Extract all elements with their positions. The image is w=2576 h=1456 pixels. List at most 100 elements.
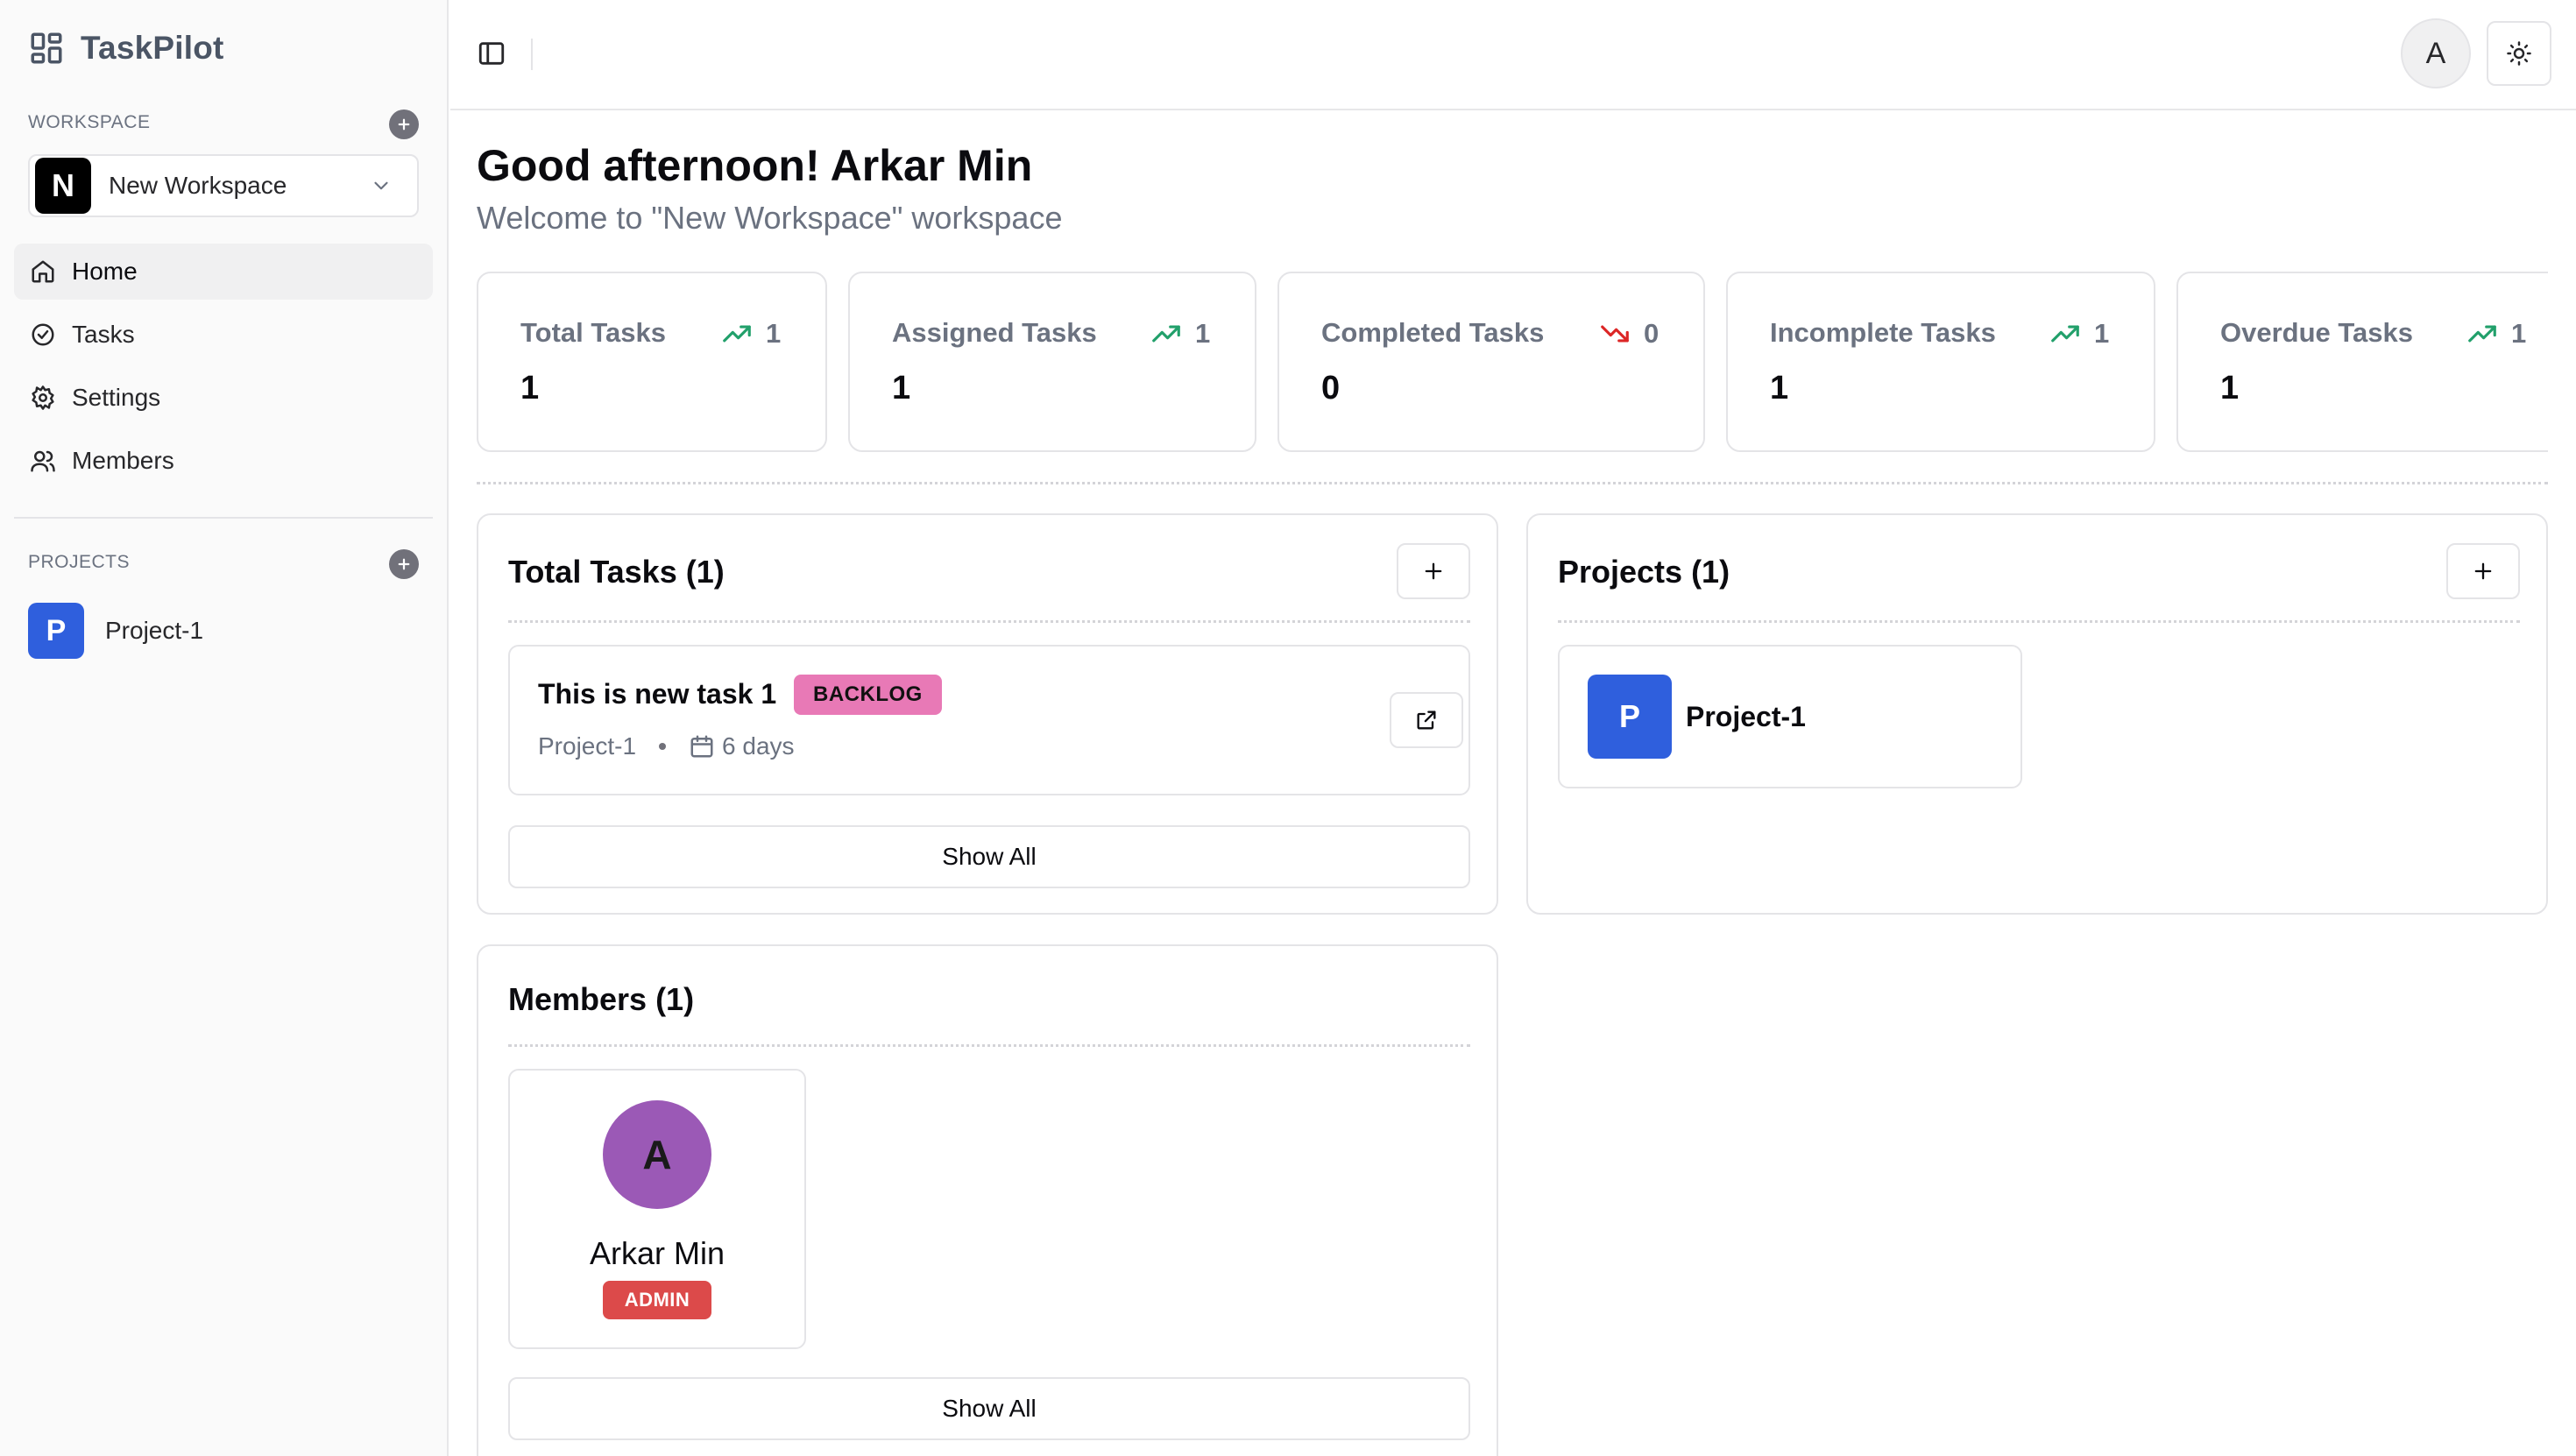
page-title: Good afternoon! Arkar Min: [477, 141, 1033, 190]
task-title: This is new task 1: [538, 678, 777, 710]
trending-down-icon: [1598, 317, 1631, 350]
theme-toggle-button[interactable]: [2487, 21, 2551, 86]
stat-card-total: Total Tasks 1 1: [477, 272, 827, 452]
workspace-name: New Workspace: [109, 172, 287, 199]
add-project-button[interactable]: [389, 549, 419, 579]
sidebar-item-home[interactable]: Home: [14, 244, 433, 300]
external-link-icon: [1414, 708, 1439, 732]
sidebar-item-settings[interactable]: Settings: [14, 370, 433, 426]
stat-delta: 1: [1195, 318, 1211, 349]
panel-divider: [1558, 620, 2520, 623]
status-badge: BACKLOG: [794, 675, 942, 715]
stat-title: Overdue Tasks: [2220, 317, 2413, 348]
panel-divider: [508, 620, 1470, 623]
stat-delta: 1: [2511, 318, 2527, 349]
stat-value: 1: [2220, 370, 2240, 406]
projects-panel-title: Projects (1): [1558, 554, 1730, 590]
workspace-avatar: N: [35, 158, 91, 214]
workspace-switcher[interactable]: N New Workspace: [28, 154, 419, 217]
stat-delta: 0: [1644, 318, 1660, 349]
sidebar-item-tasks[interactable]: Tasks: [14, 307, 433, 363]
sidebar-toggle-button[interactable]: [477, 39, 506, 68]
members-panel: Members (1) A Arkar Min ADMIN Show All: [477, 944, 1498, 1456]
sidebar-nav: Home Tasks Settings Members: [14, 244, 433, 496]
brand[interactable]: TaskPilot: [28, 30, 224, 67]
dashboard-grid-icon: [28, 30, 65, 67]
sidebar: TaskPilot WORKSPACE N New Workspace Home…: [0, 0, 449, 1456]
project-card[interactable]: P Project-1: [1558, 645, 2022, 788]
top-bar: A: [450, 0, 2576, 110]
trending-up-icon: [2049, 317, 2082, 350]
gear-icon: [30, 385, 56, 411]
sidebar-item-label: Tasks: [72, 321, 135, 348]
member-card[interactable]: A Arkar Min ADMIN: [508, 1069, 806, 1349]
member-name: Arkar Min: [589, 1235, 725, 1271]
chevron-down-icon: [370, 174, 393, 197]
sidebar-divider: [14, 517, 433, 519]
trending-up-icon: [2466, 317, 2499, 350]
separator-dot: [659, 743, 667, 750]
stat-delta: 1: [766, 318, 782, 349]
members-show-all-button[interactable]: Show All: [508, 1377, 1470, 1440]
projects-section-label: PROJECTS: [28, 552, 131, 572]
sidebar-toggle-icon: [477, 39, 506, 68]
user-avatar[interactable]: A: [2401, 18, 2471, 88]
stat-card-completed: Completed Tasks 0 0: [1277, 272, 1705, 452]
sun-icon: [2506, 40, 2532, 67]
workspace-section-label: WORKSPACE: [28, 112, 151, 132]
sidebar-project-item[interactable]: P Project-1: [28, 603, 203, 659]
plus-icon: [396, 117, 412, 132]
plus-icon: [2471, 559, 2495, 583]
section-divider: [477, 482, 2548, 484]
stat-trend: 0: [1598, 317, 1659, 350]
stat-title: Total Tasks: [520, 317, 666, 348]
tasks-show-all-button[interactable]: Show All: [508, 825, 1470, 888]
plus-icon: [396, 556, 412, 572]
project-avatar: P: [1588, 675, 1672, 759]
plus-icon: [1421, 559, 1446, 583]
task-meta: Project-1 6 days: [538, 732, 795, 760]
stat-card-incomplete: Incomplete Tasks 1 1: [1726, 272, 2155, 452]
stat-title: Completed Tasks: [1321, 317, 1545, 348]
project-name: Project-1: [1686, 700, 1806, 732]
page-subtitle: Welcome to "New Workspace" workspace: [477, 200, 1063, 236]
project-name: Project-1: [105, 617, 204, 644]
open-task-button[interactable]: [1390, 692, 1463, 748]
add-task-button[interactable]: [1397, 543, 1470, 599]
member-avatar: A: [603, 1100, 711, 1209]
panel-divider: [508, 1044, 1470, 1047]
trending-up-icon: [1150, 317, 1183, 350]
members-panel-title: Members (1): [508, 981, 695, 1017]
app-name: TaskPilot: [81, 30, 224, 66]
add-workspace-button[interactable]: [389, 110, 419, 139]
sidebar-item-label: Home: [72, 258, 138, 285]
projects-panel: Projects (1) P Project-1: [1526, 513, 2548, 915]
toolbar-divider: [531, 39, 533, 70]
stat-trend: 1: [720, 317, 781, 350]
stat-value: 0: [1321, 370, 1341, 406]
task-card[interactable]: This is new task 1 BACKLOG Project-1 6 d…: [508, 645, 1470, 795]
add-project-panel-button[interactable]: [2446, 543, 2520, 599]
role-badge: ADMIN: [603, 1281, 711, 1319]
sidebar-item-label: Settings: [72, 384, 161, 411]
sidebar-item-members[interactable]: Members: [14, 433, 433, 489]
users-icon: [30, 448, 56, 474]
stat-value: 1: [520, 370, 540, 406]
stat-card-overdue: Overdue Tasks 1 1: [2176, 272, 2548, 452]
task-due: 6 days: [722, 732, 795, 760]
stat-delta: 1: [2094, 318, 2110, 349]
check-circle-icon: [30, 322, 56, 348]
stat-title: Assigned Tasks: [892, 317, 1097, 348]
stat-value: 1: [892, 370, 911, 406]
stat-trend: 1: [1150, 317, 1210, 350]
stat-card-assigned: Assigned Tasks 1 1: [848, 272, 1256, 452]
task-project: Project-1: [538, 732, 637, 760]
stat-title: Incomplete Tasks: [1770, 317, 1996, 348]
calendar-icon: [689, 733, 715, 760]
stats-row: Total Tasks 1 1 Assigned Tasks 1 1 Compl…: [477, 272, 2548, 456]
project-avatar: P: [28, 603, 84, 659]
stat-trend: 1: [2466, 317, 2526, 350]
sidebar-item-label: Members: [72, 447, 174, 474]
stat-value: 1: [1770, 370, 1789, 406]
stat-trend: 1: [2049, 317, 2109, 350]
